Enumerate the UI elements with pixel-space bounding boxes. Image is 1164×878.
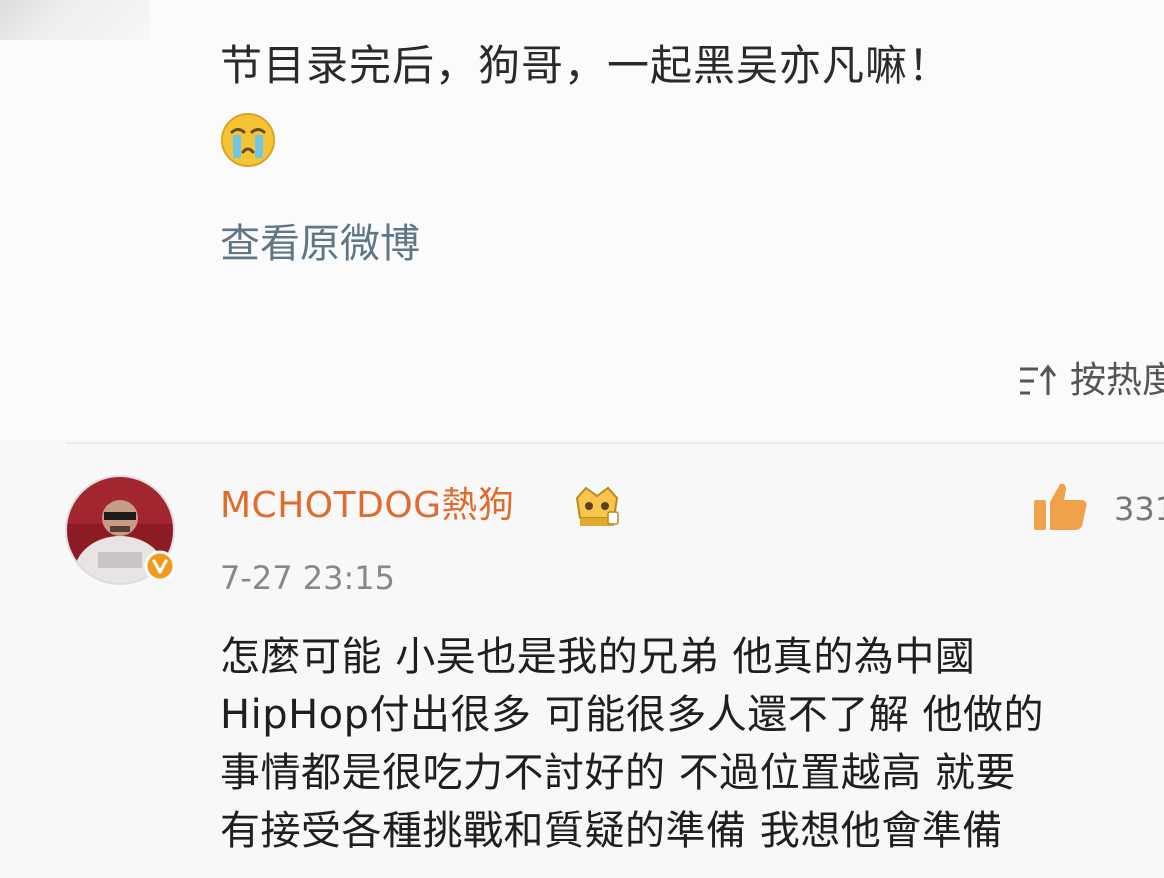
original-post-section: 节目录完后，狗哥，一起黑吴亦凡嘛！ 查看原微博 按热度 xyxy=(0,0,1164,440)
comment-username[interactable]: MCHOTDOG熱狗 xyxy=(220,480,515,532)
crown-badge-icon xyxy=(575,486,619,526)
crying-face-icon xyxy=(221,113,275,167)
post-text: 节目录完后，狗哥，一起黑吴亦凡嘛！ xyxy=(220,41,952,90)
comment-line: 怎麼可能 小吴也是我的兄弟 他真的為中國 xyxy=(220,634,976,680)
thumbs-up-icon[interactable] xyxy=(1030,478,1090,534)
verified-badge-icon xyxy=(144,550,176,582)
avatar[interactable] xyxy=(64,474,176,586)
like-count: 331 xyxy=(1114,490,1164,528)
redacted-area xyxy=(0,0,150,40)
comment-text: 怎麼可能 小吴也是我的兄弟 他真的為中國 HipHop付出很多 可能很多人還不了… xyxy=(220,628,1160,860)
comment-line: 事情都是很吃力不討好的 不過位置越高 就要 xyxy=(220,750,1016,796)
comment-timestamp: 7-27 23:15 xyxy=(220,559,396,597)
sort-icon xyxy=(1020,364,1057,395)
view-original-weibo-link[interactable]: 查看原微博 xyxy=(220,214,420,274)
sort-label: 按热度 xyxy=(1070,360,1164,401)
comment-line: 有接受各種挑戰和質疑的準備 我想他會準備 xyxy=(220,808,1003,854)
sort-by-hot-button[interactable]: 按热度 xyxy=(1016,356,1164,406)
comment-line: HipHop付出很多 可能很多人還不了解 他做的 xyxy=(220,692,1044,738)
